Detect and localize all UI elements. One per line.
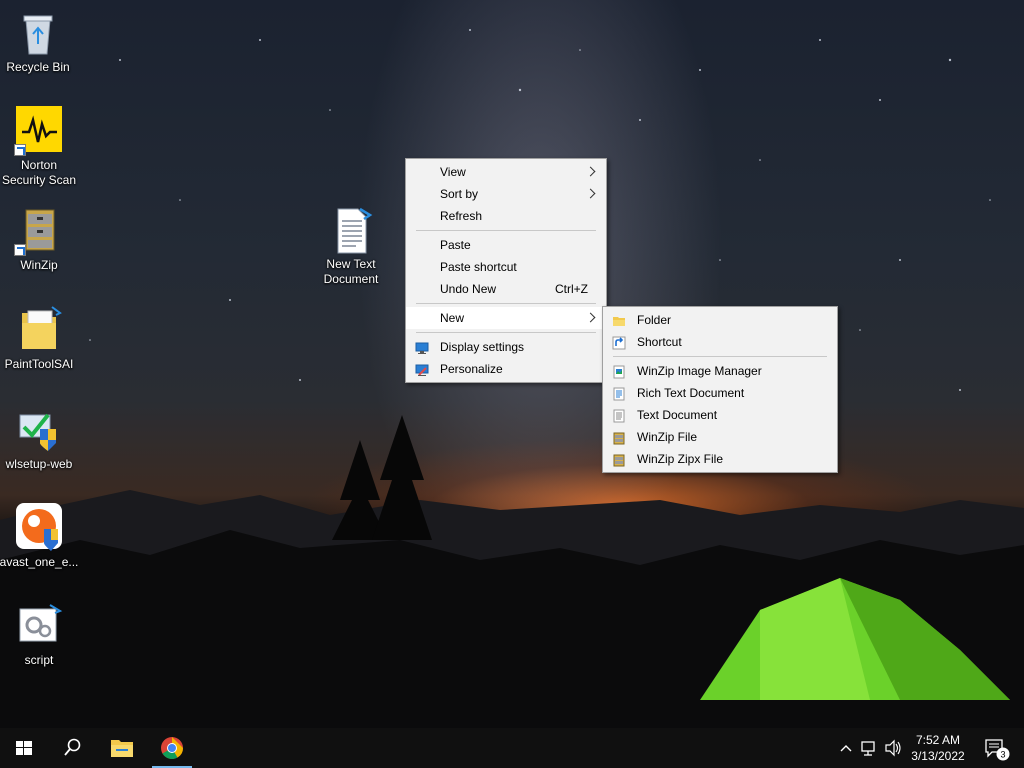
menu-item-paste-shortcut[interactable]: Paste shortcut — [406, 256, 606, 278]
windows-logo-icon — [16, 741, 32, 755]
submenu-item-winzip-image-manager[interactable]: WinZip Image Manager — [603, 360, 837, 382]
desktop-icon-recycle-bin[interactable]: Recycle Bin — [0, 8, 76, 75]
folder-icon — [612, 313, 626, 327]
menu-item-label: Shortcut — [637, 335, 682, 349]
submenu-item-text-document[interactable]: Text Document — [603, 404, 837, 426]
menu-item-label: Display settings — [440, 340, 525, 354]
desktop-icon-label: avast_one_e... — [0, 555, 79, 569]
personalize-icon — [415, 362, 429, 376]
menu-separator — [416, 230, 596, 231]
desktop-icon-label: PaintToolSAI — [4, 357, 74, 371]
display-settings-icon — [415, 340, 429, 354]
clock-time: 7:52 AM — [915, 733, 961, 747]
avast-icon — [14, 503, 64, 553]
menu-item-display-settings[interactable]: Display settings — [406, 336, 606, 358]
menu-item-label: New — [440, 311, 465, 325]
menu-item-personalize[interactable]: Personalize — [406, 358, 606, 380]
search-button[interactable] — [48, 728, 96, 768]
menu-item-label: Refresh — [440, 209, 483, 223]
menu-item-label: Folder — [637, 313, 672, 327]
menu-item-new[interactable]: New — [406, 307, 606, 329]
menu-item-paste[interactable]: Paste — [406, 234, 606, 256]
desktop-icon-norton-security-scan[interactable]: Norton Security Scan — [1, 106, 77, 188]
text-file-icon — [612, 408, 626, 423]
desktop-icon-new-text-document[interactable]: New Text Document — [313, 205, 389, 287]
folder-icon — [14, 305, 64, 355]
network-button[interactable] — [858, 728, 880, 768]
zip-file-icon — [612, 430, 626, 445]
pine-trees — [332, 415, 432, 540]
chevron-up-icon — [840, 745, 852, 752]
desktop-icon-label: New Text Document — [323, 257, 379, 286]
menu-item-label: Undo New — [440, 282, 497, 296]
submenu-item-rich-text-document[interactable]: Rich Text Document — [603, 382, 837, 404]
menu-item-sort-by[interactable]: Sort by — [406, 183, 606, 205]
taskbar-chrome[interactable] — [148, 728, 196, 768]
action-center-button[interactable]: 3 — [978, 728, 1018, 768]
menu-item-shortcut-key: Ctrl+Z — [555, 282, 588, 296]
chevron-right-icon — [585, 188, 596, 199]
script-icon — [14, 601, 64, 651]
submenu-item-shortcut[interactable]: Shortcut — [603, 331, 837, 353]
menu-separator — [416, 303, 596, 304]
show-hidden-icons-button[interactable] — [835, 728, 857, 768]
desktop-icon-avast-one[interactable]: avast_one_e... — [0, 503, 79, 570]
desktop-icon-winzip[interactable]: WinZip — [1, 206, 77, 273]
new-submenu: Folder Shortcut WinZip Image Manager Ric… — [602, 306, 838, 473]
menu-item-label: Paste shortcut — [440, 260, 517, 274]
menu-separator — [613, 356, 827, 357]
menu-separator — [416, 332, 596, 333]
search-icon — [64, 738, 81, 756]
chrome-icon — [161, 737, 183, 759]
menu-item-refresh[interactable]: Refresh — [406, 205, 606, 227]
submenu-item-winzip-file[interactable]: WinZip File — [603, 426, 837, 448]
start-button[interactable] — [0, 728, 48, 768]
zipx-file-icon — [612, 452, 626, 467]
menu-item-label: WinZip Image Manager — [637, 364, 762, 378]
notification-count: 3 — [1000, 750, 1005, 760]
submenu-item-winzip-zipx-file[interactable]: WinZip Zipx File — [603, 448, 837, 470]
menu-item-label: Personalize — [440, 362, 503, 376]
chevron-right-icon — [585, 312, 596, 323]
menu-item-label: WinZip Zipx File — [637, 452, 724, 466]
menu-item-label: WinZip File — [637, 430, 698, 444]
winzip-icon — [14, 206, 64, 256]
menu-item-label: View — [440, 165, 466, 179]
network-icon — [861, 741, 875, 756]
notifications-icon: 3 — [985, 739, 1010, 761]
rich-text-icon — [612, 386, 626, 401]
submenu-item-folder[interactable]: Folder — [603, 309, 837, 331]
shortcut-overlay-icon — [14, 144, 26, 156]
desktop-icon-label: wlsetup-web — [5, 457, 73, 471]
menu-item-undo-new[interactable]: Undo New Ctrl+Z — [406, 278, 606, 300]
file-explorer-icon — [111, 740, 133, 757]
image-file-icon — [612, 364, 626, 379]
taskbar-file-explorer[interactable] — [98, 728, 146, 768]
desktop-icon-label: WinZip — [20, 258, 58, 272]
system-clock[interactable]: 7:52 AM 3/13/2022 — [900, 732, 976, 764]
desktop-context-menu: View Sort by Refresh Paste Paste shortcu… — [405, 158, 607, 383]
desktop-icon-label: Norton Security Scan — [1, 158, 77, 187]
chevron-right-icon — [585, 166, 596, 177]
recycle-bin-icon — [13, 8, 63, 58]
desktop-icon-label: Recycle Bin — [6, 60, 70, 74]
shortcut-overlay-icon — [14, 244, 26, 256]
menu-item-label: Text Document — [637, 408, 718, 422]
norton-icon — [14, 106, 64, 156]
clock-date: 3/13/2022 — [911, 749, 965, 763]
menu-item-label: Rich Text Document — [637, 386, 745, 400]
installer-icon — [14, 405, 64, 455]
shortcut-icon — [612, 335, 626, 350]
text-document-icon — [326, 205, 376, 255]
menu-item-label: Paste — [440, 238, 471, 252]
desktop-icon-script[interactable]: script — [1, 601, 77, 668]
menu-item-view[interactable]: View — [406, 161, 606, 183]
menu-item-label: Sort by — [440, 187, 479, 201]
desktop-icon-painttoolsai[interactable]: PaintToolSAI — [1, 305, 77, 372]
taskbar: 7:52 AM 3/13/2022 3 — [0, 728, 1024, 768]
desktop-icon-wlsetup-web[interactable]: wlsetup-web — [1, 405, 77, 472]
desktop-icon-label: script — [24, 653, 54, 667]
